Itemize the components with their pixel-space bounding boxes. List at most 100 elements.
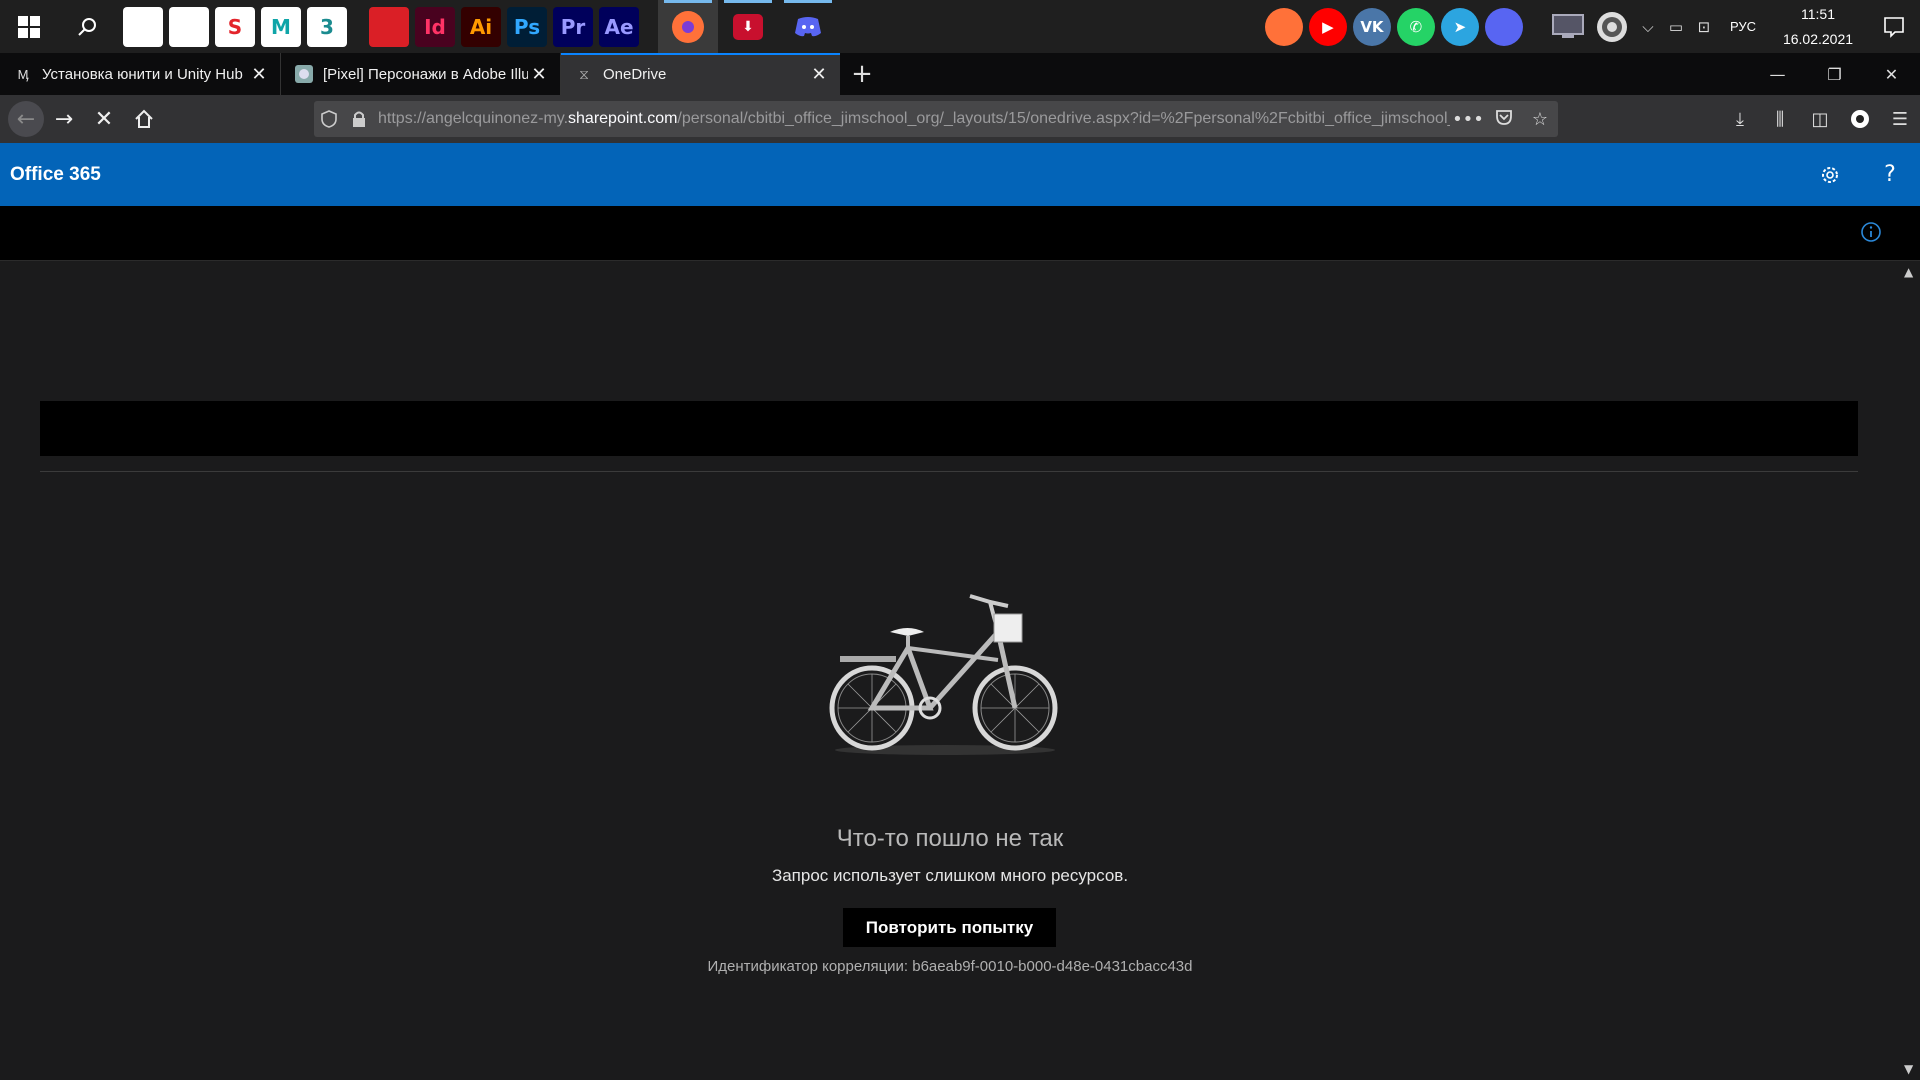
tray-firefox[interactable] xyxy=(1262,0,1306,53)
clock[interactable]: 11:51 16.02.2021 xyxy=(1768,2,1868,52)
clock-date: 16.02.2021 xyxy=(1782,30,1854,47)
tray-telegram[interactable]: ➤ xyxy=(1438,0,1482,53)
taskbar-search-button[interactable] xyxy=(58,0,116,53)
back-button[interactable]: ← xyxy=(8,101,44,137)
new-tab-button[interactable]: + xyxy=(840,53,884,95)
close-window-button[interactable]: ✕ xyxy=(1863,53,1920,95)
battery-icon[interactable]: ▭ xyxy=(1662,0,1690,53)
tray-discord[interactable] xyxy=(1482,0,1526,53)
minimize-icon: — xyxy=(1769,64,1786,84)
url-text[interactable]: https://angelcquinonez-my.sharepoint.com… xyxy=(374,110,1450,128)
chevron-up-icon[interactable]: ⌵ xyxy=(1634,0,1662,53)
bookmark-button[interactable]: ☆ xyxy=(1522,109,1558,130)
url-prefix: https://angelcquinonez-my. xyxy=(378,110,569,127)
settings-button[interactable] xyxy=(1800,164,1860,186)
tab-title: OneDrive xyxy=(603,65,667,83)
question-icon: ? xyxy=(1884,162,1896,187)
close-icon[interactable]: ✕ xyxy=(528,64,550,85)
tray-settings[interactable] xyxy=(1590,0,1634,53)
help-button[interactable]: ? xyxy=(1860,162,1920,187)
illustrator-icon[interactable]: Ai xyxy=(461,6,501,47)
retry-button[interactable]: Повторить попытку xyxy=(843,908,1056,947)
command-bar xyxy=(0,206,1920,261)
page-actions-button[interactable]: ••• xyxy=(1450,109,1486,130)
discord-icon xyxy=(1484,7,1523,46)
shield-icon[interactable] xyxy=(314,110,344,128)
lock-icon[interactable] xyxy=(344,110,374,128)
office-suite-header: Office 365 ? xyxy=(0,143,1920,206)
taskbar-firefox[interactable] xyxy=(658,0,718,53)
close-icon[interactable]: ✕ xyxy=(808,64,830,85)
indesign-icon[interactable]: Id xyxy=(415,6,455,47)
language-indicator[interactable]: РУС xyxy=(1718,19,1768,34)
error-message: Запрос использует слишком много ресурсов… xyxy=(771,866,1129,885)
account-icon xyxy=(1851,110,1869,128)
tab-pixel-characters[interactable]: [Pixel] Персонажи в Adobe Illustrator ✕ xyxy=(280,53,560,95)
substance-icon[interactable]: S xyxy=(215,6,255,47)
home-button[interactable] xyxy=(124,99,164,139)
maya-icon[interactable]: M xyxy=(261,6,301,47)
premiere-icon[interactable]: Pr xyxy=(553,6,593,47)
loading-hourglass-icon: ⧖ xyxy=(579,65,589,82)
app-title[interactable]: Office 365 xyxy=(10,164,101,186)
unity-icon[interactable] xyxy=(123,6,163,47)
image-favicon-icon xyxy=(295,65,313,83)
whatsapp-icon: ✆ xyxy=(1396,7,1435,46)
firefox-icon xyxy=(1264,7,1303,46)
home-icon xyxy=(135,109,153,128)
tray-monitor[interactable] xyxy=(1546,0,1590,53)
more-horizontal-icon: ••• xyxy=(1452,108,1484,130)
tray-vk[interactable]: VK xyxy=(1350,0,1394,53)
zbrush-icon[interactable] xyxy=(169,6,209,47)
restore-button[interactable]: ❐ xyxy=(1806,53,1863,95)
star-icon: ☆ xyxy=(1531,108,1549,130)
forward-button[interactable]: → xyxy=(44,99,84,139)
tray-youtube[interactable]: ▶ xyxy=(1306,0,1350,53)
plus-icon: + xyxy=(851,59,873,89)
taskbar-downloader[interactable]: ⬇ xyxy=(718,0,778,53)
tab-title: [Pixel] Персонажи в Adobe Illustrator xyxy=(323,65,528,83)
3dsmax-icon[interactable]: 3 xyxy=(307,6,347,47)
tab-unity-install[interactable]: Ӎ Установка юнити и Unity Hub ✕ xyxy=(0,53,280,95)
creative-cloud-icon[interactable] xyxy=(369,6,409,47)
screen: S M 3 Id Ai Ps Pr Ae ⬇ ▶ VK ✆ ➤ ⌵ ▭ ⊡ РУ… xyxy=(0,0,1920,1080)
downloads-button[interactable]: ⤓ xyxy=(1720,99,1760,139)
browser-nav-bar: ← → ✕ https://angelcquinonez-my.sharepoi… xyxy=(0,95,1920,143)
account-button[interactable] xyxy=(1840,99,1880,139)
toolbar-right: ⤓ ⫼ ◫ ☰ xyxy=(1720,95,1920,143)
pinned-apps: S M 3 Id Ai Ps Pr Ae xyxy=(120,6,642,47)
scroll-down-icon[interactable]: ▼ xyxy=(1904,1062,1913,1076)
close-icon[interactable]: ✕ xyxy=(248,64,270,85)
photoshop-icon[interactable]: Ps xyxy=(507,6,547,47)
tab-onedrive[interactable]: ⧖ OneDrive ✕ xyxy=(560,53,840,95)
scroll-up-icon[interactable]: ▲ xyxy=(1904,265,1913,279)
after-effects-icon[interactable]: Ae xyxy=(599,6,639,47)
system-tray: ▶ VK ✆ ➤ ⌵ ▭ ⊡ РУС 11:51 16.02.2021 xyxy=(1262,0,1920,53)
youtube-icon: ▶ xyxy=(1308,7,1347,46)
telegram-icon: ➤ xyxy=(1440,7,1479,46)
address-bar[interactable]: https://angelcquinonez-my.sharepoint.com… xyxy=(314,101,1558,137)
vk-icon: VK xyxy=(1352,7,1391,46)
taskbar-discord[interactable] xyxy=(778,0,838,53)
library-button[interactable]: ⫼ xyxy=(1760,99,1800,139)
pocket-icon xyxy=(1496,109,1512,125)
arrow-left-icon: ← xyxy=(16,106,36,132)
url-host: sharepoint.com xyxy=(568,110,678,127)
info-icon[interactable] xyxy=(1860,221,1882,243)
placeholder-header-bar xyxy=(40,401,1858,456)
page-scrollbar[interactable]: ▲ ▼ xyxy=(1900,261,1920,1080)
start-button[interactable] xyxy=(0,0,58,53)
menu-button[interactable]: ☰ xyxy=(1880,99,1920,139)
sidebar-button[interactable]: ◫ xyxy=(1800,99,1840,139)
minimize-button[interactable]: — xyxy=(1749,53,1806,95)
network-icon[interactable]: ⊡ xyxy=(1690,0,1718,53)
correlation-id: Идентификатор корреляции: b6aeab9f-0010-… xyxy=(707,958,1193,975)
error-title: Что-то пошло не так xyxy=(836,825,1064,852)
pocket-button[interactable] xyxy=(1486,108,1522,131)
stop-button[interactable]: ✕ xyxy=(84,99,124,139)
notification-center-button[interactable] xyxy=(1868,16,1920,38)
close-icon: ✕ xyxy=(1884,64,1899,84)
unity-favicon-icon: Ӎ xyxy=(17,66,29,82)
tray-whatsapp[interactable]: ✆ xyxy=(1394,0,1438,53)
tab-title: Установка юнити и Unity Hub xyxy=(42,65,243,83)
